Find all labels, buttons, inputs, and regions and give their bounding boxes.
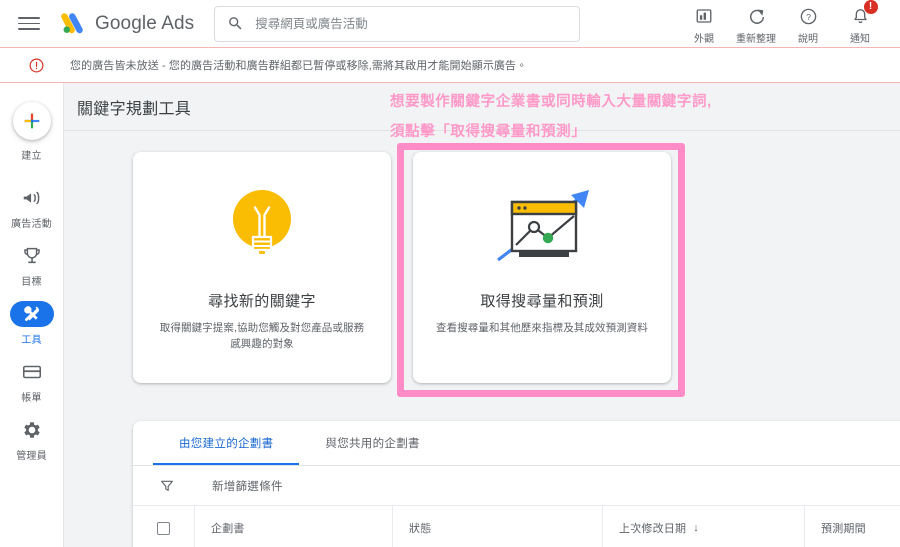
help-button[interactable]: ? 說明 [782, 2, 834, 45]
search-icon [229, 17, 242, 30]
sidebar-item-tools[interactable]: 工具 [0, 294, 64, 352]
sidebar-item-create-label: 建立 [21, 151, 42, 162]
gear-icon [10, 417, 54, 443]
brand-title: Google Ads [95, 13, 194, 35]
start-option-cards: 尋找新的關鍵字 取得關鍵字提案,協助您觸及對您產品或服務感興趣的對象 取得搜尋量… [133, 152, 671, 383]
notifications-label: 通知 [850, 34, 870, 45]
tab-plans-shared-with-you[interactable]: 與您共用的企劃書 [299, 421, 445, 465]
brand-google-text: Google [95, 12, 157, 34]
help-label: 說明 [798, 34, 818, 45]
notifications-button[interactable]: ! 通知 [834, 0, 886, 45]
notification-badge: ! [863, 0, 878, 14]
credit-card-icon [10, 359, 54, 385]
help-circle-icon: ? [799, 5, 818, 27]
lightbulb-icon [225, 180, 299, 272]
bell-icon: ! [851, 0, 878, 27]
table-header-select-all[interactable] [133, 505, 195, 547]
plans-tabs: 由您建立的企劃書 與您共用的企劃書 [133, 421, 900, 466]
sidebar-item-goals[interactable]: 目標 [0, 236, 64, 294]
sidebar-item-goals-label: 目標 [21, 277, 42, 288]
sidebar-item-billing[interactable]: 帳單 [0, 352, 64, 410]
sidebar-item-admin[interactable]: 管理員 [0, 410, 64, 468]
appearance-label: 外觀 [694, 34, 714, 45]
sidebar-item-billing-label: 帳單 [21, 393, 42, 404]
topbar-actions: 外觀 重新整理 ? 說明 ! 通知 [678, 0, 890, 45]
plans-table-header: 企劃書 狀態 上次修改日期 ↓ 預測期間 [133, 505, 900, 547]
top-bar: Google Ads 外觀 [0, 0, 900, 47]
annotation-line-2: 須點擊「取得搜尋量和預測」 [390, 124, 587, 140]
alert-banner: 您的廣告皆未放送 - 您的廣告活動和廣告群組都已暫停或移除,需將其啟用才能開始顯… [0, 47, 900, 83]
left-nav-rail: 建立 廣告活動 目標 工具 帳單 管理員 [0, 83, 64, 547]
search-box[interactable] [214, 5, 581, 42]
tools-wrench-icon [9, 301, 54, 327]
table-header-status[interactable]: 狀態 [393, 505, 603, 547]
sidebar-item-admin-label: 管理員 [16, 451, 47, 462]
tab-label: 與您共用的企劃書 [325, 438, 420, 450]
brand-ads-text: Ads [161, 12, 195, 34]
card-title: 尋找新的關鍵字 [208, 293, 316, 310]
trophy-icon [10, 243, 54, 269]
main-content: 關鍵字規劃工具 想要製作關鍵字企業書或同時輸入大量關鍵字詞, 須點擊「取得搜尋量… [64, 83, 900, 547]
tab-label: 由您建立的企劃書 [179, 438, 274, 450]
appearance-button[interactable]: 外觀 [678, 2, 730, 45]
alert-message: 您的廣告皆未放送 - 您的廣告活動和廣告群組都已暫停或移除,需將其啟用才能開始顯… [70, 60, 528, 72]
sidebar-item-campaigns-label: 廣告活動 [11, 219, 52, 230]
checkbox-icon[interactable] [157, 521, 170, 535]
tab-plans-created-by-you[interactable]: 由您建立的企劃書 [153, 421, 300, 465]
table-header-label: 狀態 [409, 523, 432, 535]
card-get-search-volume-and-forecasts[interactable]: 取得搜尋量和預測 查看搜尋量和其他歷來指標及其成效預測資料 [413, 152, 671, 383]
page-title: 關鍵字規劃工具 [77, 101, 192, 118]
error-circle-icon [29, 58, 44, 72]
card-title: 取得搜尋量和預測 [480, 293, 604, 310]
table-header-label: 預測期間 [821, 523, 866, 535]
plans-panel: 由您建立的企劃書 與您共用的企劃書 新增篩選條件 企劃書 狀態 上次修改日期 ↓… [133, 421, 900, 547]
annotation-line-1: 想要製作關鍵字企業書或同時輸入大量關鍵字詞, [390, 94, 712, 110]
table-header-label: 上次修改日期 [619, 523, 687, 535]
table-header-forecast-period[interactable]: 預測期間 [805, 506, 900, 547]
megaphone-icon [10, 185, 54, 211]
bar-chart-icon [695, 5, 713, 27]
add-filter-label[interactable]: 新增篩選條件 [212, 478, 283, 494]
refresh-icon [747, 5, 766, 27]
refresh-button[interactable]: 重新整理 [730, 2, 782, 45]
table-header-label: 企劃書 [211, 523, 245, 535]
table-header-plan[interactable]: 企劃書 [195, 505, 393, 547]
plus-icon [12, 102, 51, 140]
filter-funnel-icon[interactable] [159, 478, 175, 494]
sidebar-item-campaigns[interactable]: 廣告活動 [0, 178, 64, 236]
google-ads-app: Google Ads 外觀 [0, 0, 900, 547]
forecast-chart-window-icon [486, 180, 598, 272]
filter-bar: 新增篩選條件 [133, 466, 900, 506]
card-description: 查看搜尋量和其他歷來指標及其成效預測資料 [436, 322, 648, 334]
sidebar-item-create[interactable]: 建立 [0, 95, 64, 168]
brand-logo-area[interactable]: Google Ads [60, 11, 194, 37]
card-find-new-keywords[interactable]: 尋找新的關鍵字 取得關鍵字提案,協助您觸及對您產品或服務感興趣的對象 [133, 152, 391, 383]
table-header-last-modified-date[interactable]: 上次修改日期 ↓ [603, 505, 805, 547]
sort-descending-icon: ↓ [693, 522, 699, 534]
hamburger-menu-icon[interactable] [18, 13, 40, 35]
google-ads-logo-icon [61, 12, 83, 33]
annotation-overlay: 想要製作關鍵字企業書或同時輸入大量關鍵字詞, 須點擊「取得搜尋量和預測」 [390, 87, 712, 147]
refresh-label: 重新整理 [736, 34, 776, 45]
card-description: 取得關鍵字提案,協助您觸及對您產品或服務感興趣的對象 [159, 322, 365, 350]
svg-text:?: ? [806, 12, 811, 22]
search-input[interactable] [255, 16, 568, 31]
sidebar-item-tools-label: 工具 [21, 335, 42, 346]
